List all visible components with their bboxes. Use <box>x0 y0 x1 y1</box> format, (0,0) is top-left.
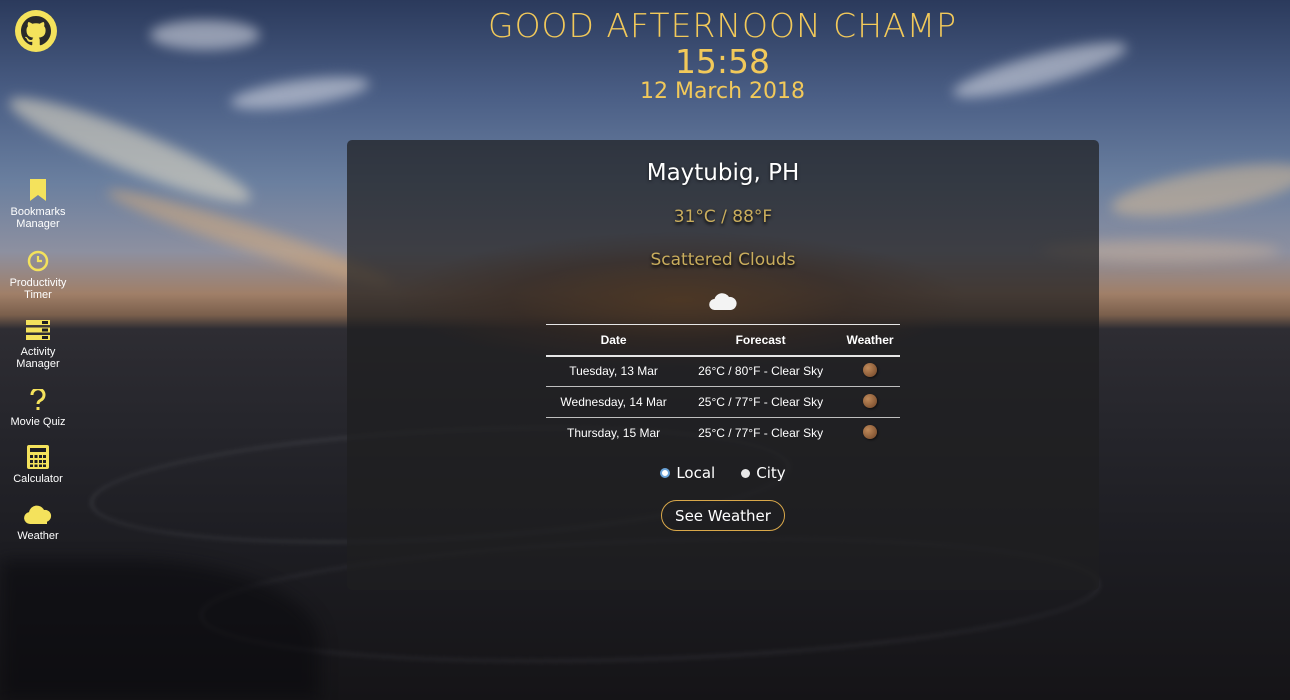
current-date: 12 March 2018 <box>639 79 806 104</box>
sidebar-item-label: Calculator <box>13 473 63 485</box>
radio-local-label: Local <box>676 464 716 482</box>
sidebar-item-label: Bookmarks Manager <box>10 206 66 230</box>
column-header-forecast: Forecast <box>681 324 841 357</box>
radio-city-indicator[interactable] <box>741 468 751 478</box>
sidebar-item-label: Movie Quiz <box>10 416 66 428</box>
cloud-icon <box>24 502 52 526</box>
location-mode-radio-group: Local City <box>347 464 1099 482</box>
weather-location: Maytubig, PH <box>646 160 800 186</box>
weather-panel: Maytubig, PH 31°C / 88°F Scattered Cloud… <box>347 140 1099 590</box>
sidebar-item-label: Weather <box>17 530 59 542</box>
sidebar-item-label: Activity Manager <box>16 346 60 370</box>
table-row: Tuesday, 13 Mar 26°C / 80°F - Clear Sky <box>546 355 900 387</box>
sidebar-item-label: Productivity Timer <box>9 277 67 301</box>
weather-description: Scattered Clouds <box>650 250 796 270</box>
greeting-text: GOOD AFTERNOON CHAMP <box>488 6 957 45</box>
forecast-summary: 25°C / 77°F - Clear Sky <box>698 426 824 441</box>
moon-icon <box>863 393 878 408</box>
clock-icon <box>27 249 49 273</box>
cloud-icon <box>709 292 737 311</box>
forecast-summary: 25°C / 77°F - Clear Sky <box>681 386 841 418</box>
see-weather-button[interactable]: See Weather <box>661 500 785 531</box>
radio-city[interactable]: City <box>741 464 786 482</box>
sidebar-item-movie-quiz[interactable]: Movie Quiz <box>0 388 76 428</box>
moon-icon <box>863 424 878 439</box>
column-header-weather: Weather <box>840 324 900 357</box>
background-cloud <box>1108 152 1290 228</box>
table-row: Wednesday, 14 Mar 25°C / 77°F - Clear Sk… <box>546 386 900 418</box>
bookmark-icon <box>29 178 47 202</box>
sidebar-item-activity-manager[interactable]: Activity Manager <box>0 318 76 370</box>
calculator-icon <box>27 445 49 469</box>
radio-local-indicator[interactable] <box>660 468 671 478</box>
radio-city-label: City <box>756 464 786 482</box>
forecast-date: Thursday, 15 Mar <box>566 426 661 441</box>
forecast-date: Wednesday, 14 Mar <box>546 386 682 418</box>
radio-local[interactable]: Local <box>660 464 715 482</box>
forecast-table: Date Forecast Weather Tuesday, 13 Mar 26… <box>546 324 900 449</box>
sidebar-item-bookmarks-manager[interactable]: Bookmarks Manager <box>0 178 76 230</box>
weather-temperature: 31°C / 88°F <box>673 207 773 227</box>
question-icon <box>30 388 46 412</box>
moon-icon <box>863 362 878 377</box>
sidebar-item-calculator[interactable]: Calculator <box>0 445 76 485</box>
list-icon <box>26 318 50 342</box>
sidebar-item-weather[interactable]: Weather <box>0 502 76 542</box>
forecast-date: Tuesday, 13 Mar <box>546 355 682 387</box>
column-header-date: Date <box>546 324 682 357</box>
forecast-summary: 26°C / 80°F - Clear Sky <box>681 355 841 387</box>
clock-time: 15:58 <box>674 42 771 81</box>
table-row: Thursday, 15 Mar 25°C / 77°F - Clear Sky <box>546 418 900 449</box>
sidebar-item-productivity-timer[interactable]: Productivity Timer <box>0 249 76 301</box>
table-header-row: Date Forecast Weather <box>546 324 900 357</box>
